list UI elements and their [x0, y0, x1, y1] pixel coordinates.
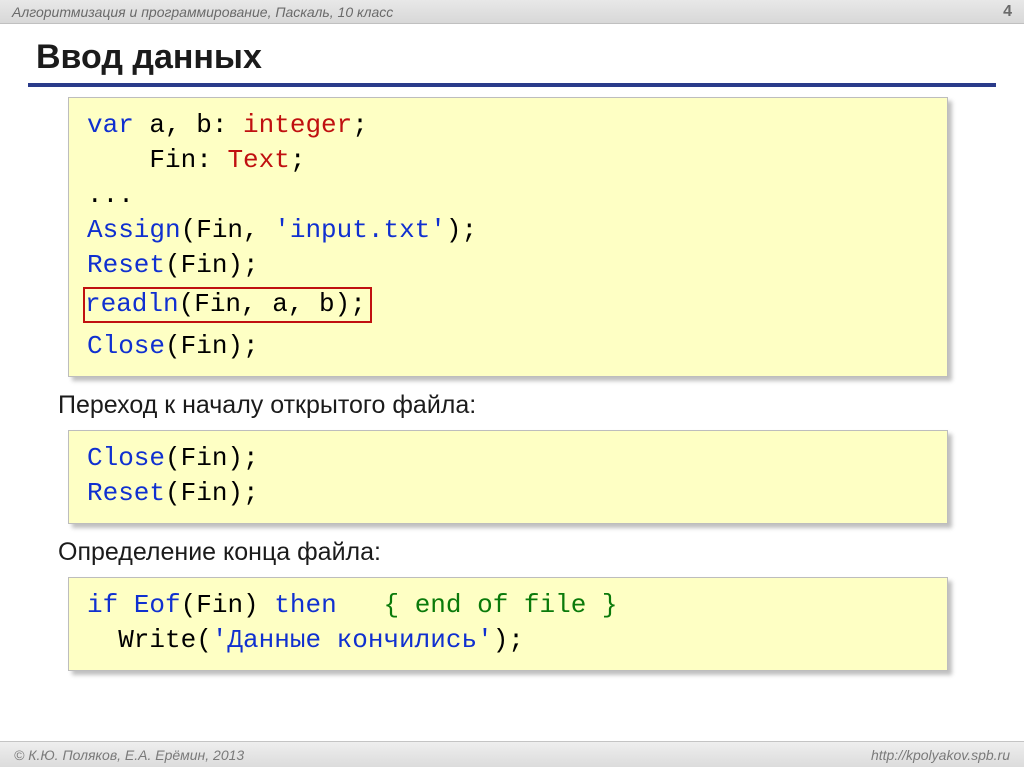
- code-line: if Eof(Fin) then { end of file }: [87, 588, 929, 623]
- page-title: Ввод данных: [28, 34, 996, 87]
- code-line: Fin: Text;: [87, 143, 929, 178]
- breadcrumb: Алгоритмизация и программирование, Паска…: [12, 4, 393, 20]
- code-line: ...: [87, 178, 929, 213]
- footer-bar: © К.Ю. Поляков, Е.А. Ерёмин, 2013 http:/…: [0, 741, 1024, 767]
- code-line: readln(Fin, a, b);: [87, 287, 929, 322]
- code-line: Assign(Fin, 'input.txt');: [87, 213, 929, 248]
- code-block-1: var a, b: integer; Fin: Text; ... Assign…: [68, 97, 948, 377]
- code-line: Write('Данные кончились');: [87, 623, 929, 658]
- footer-link: http://kpolyakov.spb.ru: [871, 747, 1010, 763]
- code-line: Reset(Fin);: [87, 476, 929, 511]
- code-block-3: if Eof(Fin) then { end of file } Write('…: [68, 577, 948, 671]
- page-number: 4: [1003, 3, 1012, 21]
- header-bar: Алгоритмизация и программирование, Паска…: [0, 0, 1024, 24]
- code-line: Close(Fin);: [87, 329, 929, 364]
- copyright: © К.Ю. Поляков, Е.А. Ерёмин, 2013: [14, 747, 244, 763]
- caption-1: Переход к началу открытого файла:: [58, 391, 996, 420]
- caption-2: Определение конца файла:: [58, 538, 996, 567]
- code-line: Close(Fin);: [87, 441, 929, 476]
- code-block-2: Close(Fin); Reset(Fin);: [68, 430, 948, 524]
- code-line: Reset(Fin);: [87, 248, 929, 283]
- code-line: var a, b: integer;: [87, 108, 929, 143]
